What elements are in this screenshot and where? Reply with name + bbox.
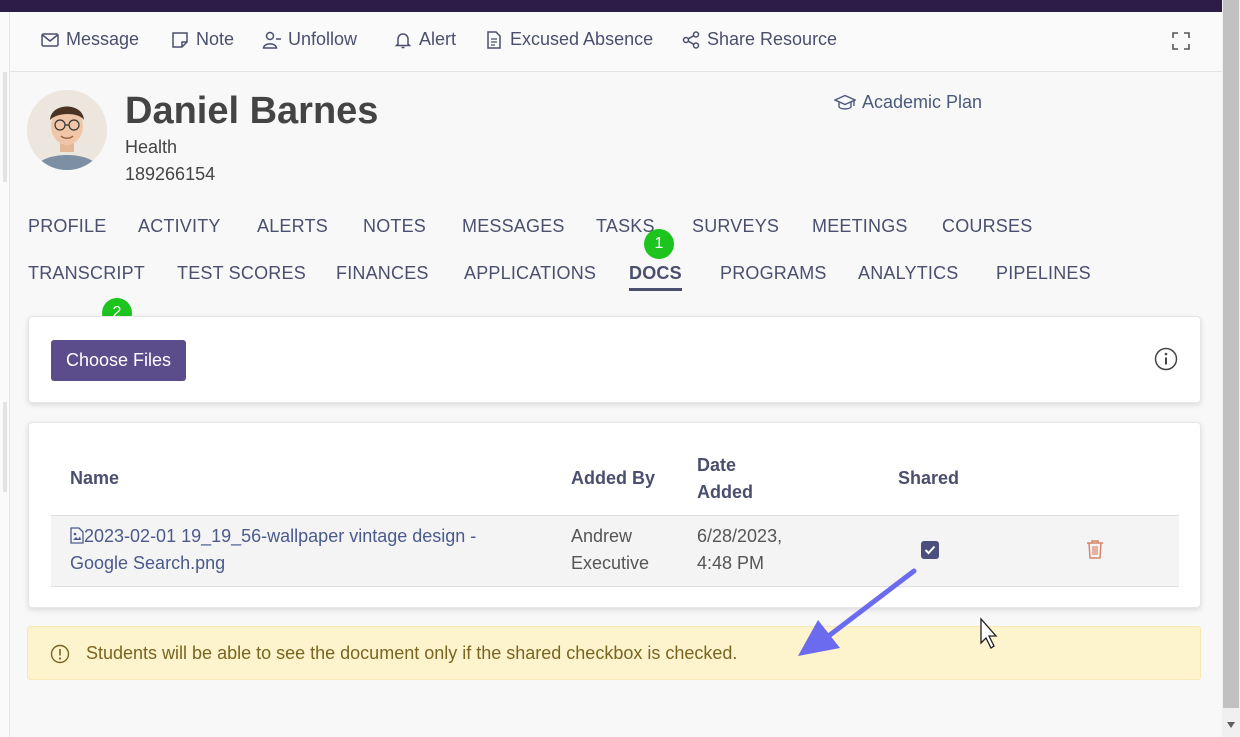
graduation-cap-icon: [834, 94, 856, 110]
share-resource-label: Share Resource: [707, 29, 838, 49]
vertical-scrollbar[interactable]: [1222, 0, 1240, 737]
date-added-cell: 6/28/2023, 4:48 PM: [697, 523, 782, 577]
column-header-date-line1: Date: [697, 455, 737, 475]
fullscreen-icon[interactable]: [1172, 32, 1190, 50]
user-minus-icon: [262, 31, 281, 49]
added-by-first: Andrew: [571, 526, 633, 546]
info-circle-icon[interactable]: [1154, 347, 1178, 371]
choose-files-button[interactable]: Choose Files: [51, 340, 186, 381]
tab-messages[interactable]: MESSAGES: [462, 216, 565, 237]
share-icon: [682, 30, 700, 49]
envelope-icon: [41, 32, 59, 47]
student-id: 189266154: [125, 164, 216, 184]
alert-label: Alert: [419, 29, 457, 49]
added-by-last: Executive: [571, 553, 650, 573]
tab-analytics[interactable]: ANALYTICS: [858, 263, 959, 284]
trash-icon[interactable]: [1086, 539, 1104, 559]
avatar-portrait: [27, 90, 107, 170]
left-edge-panel: [0, 12, 10, 737]
document-name-line1: 2023-02-01 19_19_56-wallpaper vintage de…: [84, 526, 477, 546]
note-action[interactable]: Note: [170, 29, 234, 50]
notice-text: Students will be able to see the documen…: [86, 643, 738, 663]
left-edge-mark: [3, 72, 7, 182]
student-panel: Message Note Unfollow Alert Excused Abse…: [10, 12, 1222, 737]
unfollow-label: Unfollow: [288, 29, 358, 49]
documents-card: Name Added By Date Added Shared 2023-02-…: [28, 422, 1201, 608]
step-badge-1: 1: [644, 229, 674, 259]
excused-absence-action[interactable]: Excused Absence: [484, 29, 653, 50]
exclamation-circle-icon: [50, 644, 70, 664]
tab-notes[interactable]: NOTES: [363, 216, 426, 237]
tab-pipelines[interactable]: PIPELINES: [996, 263, 1091, 284]
column-header-shared: Shared: [898, 468, 960, 488]
avatar: [27, 90, 107, 170]
student-name: Daniel Barnes: [125, 90, 379, 132]
tab-profile[interactable]: PROFILE: [28, 216, 106, 237]
left-edge-mark: [3, 402, 7, 492]
alert-action[interactable]: Alert: [393, 29, 456, 50]
tab-courses[interactable]: COURSES: [942, 216, 1032, 237]
file-image-icon: [70, 527, 84, 544]
scrollbar-thumb[interactable]: [1223, 0, 1239, 708]
shared-notice: Students will be able to see the documen…: [27, 626, 1201, 680]
top-bar: [0, 0, 1222, 12]
action-bar: Message Note Unfollow Alert Excused Abse…: [10, 12, 1222, 72]
date-added-time: 4:48 PM: [697, 553, 765, 573]
message-action[interactable]: Message: [40, 29, 139, 50]
share-resource-action[interactable]: Share Resource: [681, 29, 837, 50]
tab-applications[interactable]: APPLICATIONS: [464, 263, 596, 284]
scroll-down-arrow-icon[interactable]: [1227, 722, 1235, 728]
note-label: Note: [196, 29, 235, 49]
upload-card: Choose Files: [28, 316, 1201, 403]
tab-test-scores[interactable]: TEST SCORES: [177, 263, 306, 284]
document-icon: [487, 30, 501, 49]
academic-plan-label: Academic Plan: [862, 92, 983, 112]
document-name-line2: Google Search.png: [70, 553, 226, 573]
column-header-date-line2: Added: [697, 482, 753, 502]
document-link[interactable]: 2023-02-01 19_19_56-wallpaper vintage de…: [70, 523, 476, 577]
note-icon: [172, 31, 188, 48]
tab-docs[interactable]: DOCS: [629, 263, 682, 291]
tab-surveys[interactable]: SURVEYS: [692, 216, 779, 237]
tab-activity[interactable]: ACTIVITY: [138, 216, 221, 237]
student-program: Health: [125, 137, 178, 157]
column-header-name: Name: [70, 468, 120, 488]
check-icon: [924, 545, 936, 555]
academic-plan-link[interactable]: Academic Plan: [834, 92, 982, 113]
bell-icon: [394, 32, 412, 48]
column-header-date-added: Date Added: [697, 452, 753, 506]
message-label: Message: [66, 29, 140, 49]
tab-transcript[interactable]: TRANSCRIPT: [28, 263, 145, 284]
tab-tasks[interactable]: TASKS: [596, 216, 655, 237]
document-name-cell: 2023-02-01 19_19_56-wallpaper vintage de…: [70, 523, 476, 577]
tab-meetings[interactable]: MEETINGS: [812, 216, 908, 237]
date-added-date: 6/28/2023,: [697, 526, 783, 546]
unfollow-action[interactable]: Unfollow: [262, 29, 357, 50]
tab-programs[interactable]: PROGRAMS: [720, 263, 827, 284]
shared-checkbox[interactable]: [921, 541, 939, 559]
added-by-cell: Andrew Executive: [571, 523, 649, 577]
tab-finances[interactable]: FINANCES: [336, 263, 429, 284]
excused-absence-label: Excused Absence: [510, 29, 654, 49]
tab-alerts[interactable]: ALERTS: [257, 216, 328, 237]
column-header-added-by: Added By: [571, 468, 656, 488]
